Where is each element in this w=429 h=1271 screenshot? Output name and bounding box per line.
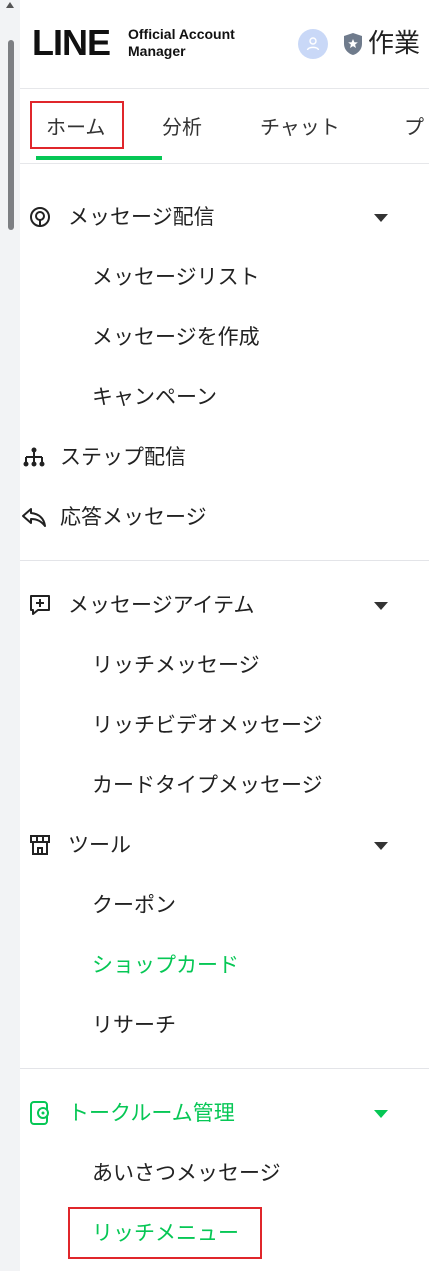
logo-line-text: LINE: [32, 22, 111, 63]
sidebar-item-label: ツール: [68, 833, 131, 857]
shield-icon: [344, 33, 362, 55]
tab-truncated[interactable]: プ: [404, 109, 424, 145]
add-message-icon: [26, 591, 54, 619]
sidebar-item-label: メッセージ配信: [68, 205, 215, 229]
sidebar-subitem-create-message[interactable]: メッセージを作成: [20, 307, 429, 367]
sidebar-item-message-items[interactable]: メッセージアイテム: [20, 575, 429, 635]
sidebar-subitem-research[interactable]: リサーチ: [20, 995, 429, 1055]
person-icon: [306, 37, 320, 51]
shop-tool-icon: [26, 831, 54, 859]
sidebar-subitem-shop-card[interactable]: ショップカード: [20, 935, 429, 995]
tab-analytics[interactable]: 分析: [162, 109, 202, 145]
broadcast-icon: [26, 203, 54, 231]
sidebar-subitem-label: メッセージを作成: [92, 325, 260, 349]
scrollbar-thumb[interactable]: [8, 40, 14, 230]
step-tree-icon: [20, 443, 48, 471]
sidebar-divider: [20, 560, 429, 561]
sidebar-subitem-rich-message[interactable]: リッチメッセージ: [20, 635, 429, 695]
logo-subtitle: Official Account Manager: [128, 26, 235, 60]
sidebar-item-talkroom-management[interactable]: トークルーム管理: [20, 1083, 429, 1143]
sidebar-subitem-rich-video-message[interactable]: リッチビデオメッセージ: [20, 695, 429, 755]
sidebar-subitem-label: あいさつメッセージ: [92, 1161, 281, 1185]
sidebar-subitem-label: カードタイプメッセージ: [92, 773, 323, 797]
sidebar-subitem-label: キャンペーン: [92, 385, 217, 409]
sidebar-item-auto-reply[interactable]: 応答メッセージ: [20, 487, 429, 547]
top-nav-tabs: ホーム 分析 チャット プ: [20, 88, 429, 164]
sidebar-item-label: ステップ配信: [60, 445, 186, 469]
sidebar-subitem-message-list[interactable]: メッセージリスト: [20, 247, 429, 307]
sidebar-subitem-label: リッチメッセージ: [92, 653, 260, 677]
sidebar-divider: [20, 1068, 429, 1069]
highlight-box-home-tab: [30, 101, 124, 149]
logo-subtitle-line2: Manager: [128, 43, 186, 59]
sidebar-item-label: メッセージアイテム: [68, 593, 255, 617]
reply-arrow-icon: [20, 503, 48, 531]
talkroom-icon: [26, 1099, 54, 1127]
sidebar-subitem-label: リサーチ: [92, 1013, 176, 1037]
scrollbar-track[interactable]: [0, 0, 20, 1271]
caret-down-icon: [374, 214, 388, 222]
sidebar-subitem-greeting-message[interactable]: あいさつメッセージ: [20, 1143, 429, 1203]
tab-chat[interactable]: チャット: [260, 109, 340, 145]
line-oa-manager-logo[interactable]: LINE Official Account Manager: [32, 20, 268, 66]
account-name[interactable]: 作業: [368, 24, 420, 64]
sidebar-item-step-delivery[interactable]: ステップ配信: [20, 427, 429, 487]
app-header: LINE Official Account Manager 作業: [20, 0, 429, 88]
highlight-box-rich-menu: [68, 1207, 262, 1259]
scroll-up-arrow-icon[interactable]: [6, 2, 14, 8]
sidebar-subitem-label: クーポン: [92, 893, 176, 917]
sidebar-subitem-label: リッチビデオメッセージ: [92, 713, 323, 737]
caret-down-icon: [374, 1110, 388, 1118]
sidebar-subitem-campaign[interactable]: キャンペーン: [20, 367, 429, 427]
caret-down-icon: [374, 842, 388, 850]
sidebar-item-label: 応答メッセージ: [60, 505, 207, 529]
account-avatar[interactable]: [298, 29, 328, 59]
sidebar-subitem-coupon[interactable]: クーポン: [20, 875, 429, 935]
sidebar-item-tools[interactable]: ツール: [20, 815, 429, 875]
logo-subtitle-line1: Official Account: [128, 26, 235, 42]
caret-down-icon: [374, 602, 388, 610]
sidebar-subitem-card-type-message[interactable]: カードタイプメッセージ: [20, 755, 429, 815]
sidebar-item-message-broadcast[interactable]: メッセージ配信: [20, 187, 429, 247]
sidebar-item-label: トークルーム管理: [68, 1101, 235, 1125]
active-tab-indicator: [36, 156, 162, 160]
sidebar-subitem-label: メッセージリスト: [92, 265, 260, 289]
sidebar-subitem-label: ショップカード: [92, 953, 239, 977]
